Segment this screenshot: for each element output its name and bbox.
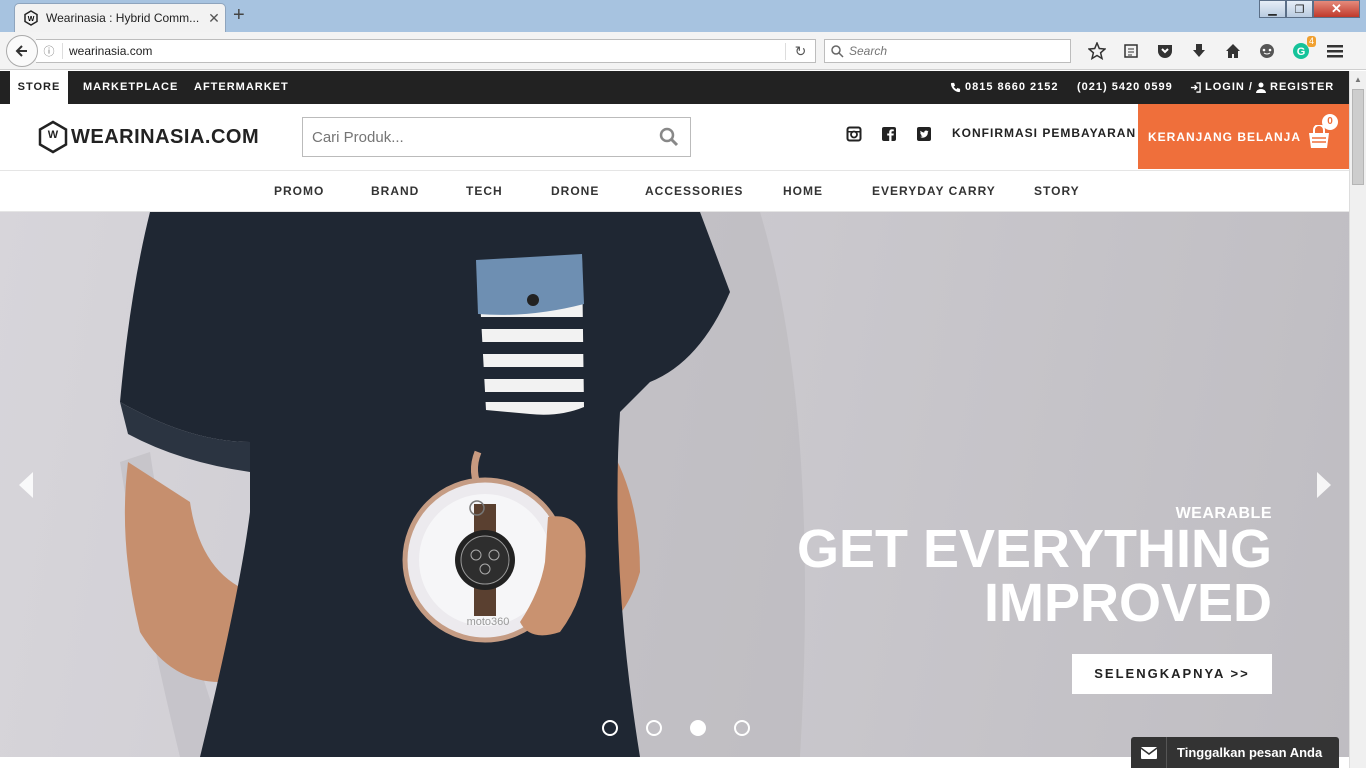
login-icon [1190,82,1201,93]
hero-headline-line1: GET EVERYTHING [796,519,1272,579]
menu-hamburger-icon[interactable] [1318,40,1352,62]
hero-slider: moto360 WEARABLE GET EVERYTHING IMPROVED… [0,212,1349,757]
product-search-button[interactable] [648,118,690,156]
slider-next-arrow-icon[interactable] [1313,470,1335,500]
nav-item-brand[interactable]: BRAND [371,171,419,211]
tab-title: Wearinasia : Hybrid Comm... [46,11,200,25]
slider-prev-arrow-icon[interactable] [15,470,37,500]
browser-navbar: ⓘ wearinasia.com ↻ G4 [0,32,1366,70]
nav-item-drone[interactable]: DRONE [551,171,599,211]
scrollbar-thumb[interactable] [1352,89,1364,185]
aftermarket-tab[interactable]: AFTERMARKET [194,71,289,104]
extension-badge: 4 [1306,36,1316,47]
search-icon [831,44,844,58]
nav-item-accessories[interactable]: ACCESSORIES [645,171,743,211]
slider-dot-1[interactable] [602,720,618,736]
reload-icon[interactable]: ↻ [785,42,815,60]
download-icon[interactable] [1182,40,1216,62]
nav-item-story[interactable]: STORY [1034,171,1080,211]
browser-search-input[interactable] [849,44,1049,58]
window-controls: ▁ ❐ ✕ [1259,0,1360,18]
logo-mark: W [47,129,59,141]
phone-office[interactable]: (021) 5420 0599 [1077,71,1173,104]
page-scrollbar[interactable]: ▲ [1349,71,1366,768]
page-bottom-edge [0,757,1131,768]
back-arrow-icon [15,45,27,57]
bookmark-star-icon[interactable] [1080,40,1114,62]
new-tab-icon[interactable]: + [233,4,245,26]
package-label: moto360 [467,616,510,628]
nav-item-tech[interactable]: TECH [466,171,503,211]
grammarly-icon[interactable]: G4 [1284,36,1318,62]
slider-dot-3[interactable] [690,720,706,736]
slider-dot-2[interactable] [646,720,662,736]
payment-confirmation-link[interactable]: KONFIRMASI PEMBAYARAN [952,126,1136,140]
login-label: LOGIN / [1205,81,1253,93]
product-search-input[interactable] [303,118,648,156]
browser-toolbar: G4 [1080,36,1352,62]
site-logo[interactable]: W WEARINASIA.COM [38,120,259,154]
phone-icon [950,82,961,93]
nav-item-home[interactable]: HOME [783,171,823,211]
store-tab[interactable]: STORE [10,71,68,104]
slider-dot-4[interactable] [734,720,750,736]
svg-text:W: W [28,16,35,23]
reading-list-icon[interactable] [1114,40,1148,62]
site-header: W WEARINASIA.COM KONFIRMASI PEMBAYARAN K… [0,104,1349,170]
url-text[interactable]: wearinasia.com [62,43,785,59]
marketplace-tab[interactable]: MARKETPLACE [83,71,178,104]
phone-number-mobile: 0815 8660 2152 [965,81,1059,93]
home-icon[interactable] [1216,40,1250,62]
product-search [302,117,691,157]
pocket-icon[interactable] [1148,40,1182,62]
minimize-icon[interactable]: ▁ [1259,0,1286,18]
register-link[interactable]: REGISTER [1256,71,1334,104]
restore-icon[interactable]: ❐ [1286,0,1313,18]
back-button[interactable] [6,35,38,67]
category-nav: PROMO BRAND TECH DRONE ACCESSORIES HOME … [0,170,1349,212]
hero-cta-button[interactable]: SELENGKAPNYA >> [1072,654,1272,694]
nav-item-everyday-carry[interactable]: EVERYDAY CARRY [872,171,996,211]
close-window-icon[interactable]: ✕ [1313,0,1360,18]
browser-tab[interactable]: W Wearinasia : Hybrid Comm... ✕ [14,3,226,32]
chat-label: Tinggalkan pesan Anda [1177,745,1323,760]
facebook-icon[interactable] [881,126,897,142]
slider-dots [602,720,778,736]
cart-count-badge: 0 [1322,114,1338,130]
twitter-icon[interactable] [916,126,932,142]
svg-text:G: G [1297,46,1306,58]
cart-label: KERANJANG BELANJA [1148,129,1302,144]
browser-titlebar: W Wearinasia : Hybrid Comm... ✕ + ▁ ❐ ✕ [0,0,1366,32]
hero-headline-line2: IMPROVED [983,573,1272,633]
envelope-icon [1131,737,1167,768]
search-icon [659,127,679,147]
register-label: REGISTER [1270,81,1335,93]
nav-item-promo[interactable]: PROMO [274,171,324,211]
chat-bubble-icon[interactable] [1250,40,1284,62]
logo-text: WEARINASIA.COM [71,125,260,148]
wearinasia-favicon-icon: W [24,10,38,26]
phone-contact[interactable]: 0815 8660 2152 [950,71,1059,104]
browser-search-bar[interactable] [824,39,1071,63]
scroll-up-icon[interactable]: ▲ [1354,75,1362,84]
shopping-cart-button[interactable]: KERANJANG BELANJA 0 [1138,104,1349,169]
user-icon [1256,82,1266,93]
tab-close-icon[interactable]: ✕ [203,10,225,27]
site-topbar: STORE MARKETPLACE AFTERMARKET 0815 8660 … [0,71,1349,104]
chat-widget[interactable]: Tinggalkan pesan Anda [1131,737,1339,768]
instagram-icon[interactable] [846,126,862,142]
hero-headline: GET EVERYTHING IMPROVED [797,522,1272,630]
url-bar[interactable]: ⓘ wearinasia.com ↻ [36,39,816,63]
login-link[interactable]: LOGIN / [1190,71,1253,104]
page-info-icon[interactable]: ⓘ [36,43,62,59]
